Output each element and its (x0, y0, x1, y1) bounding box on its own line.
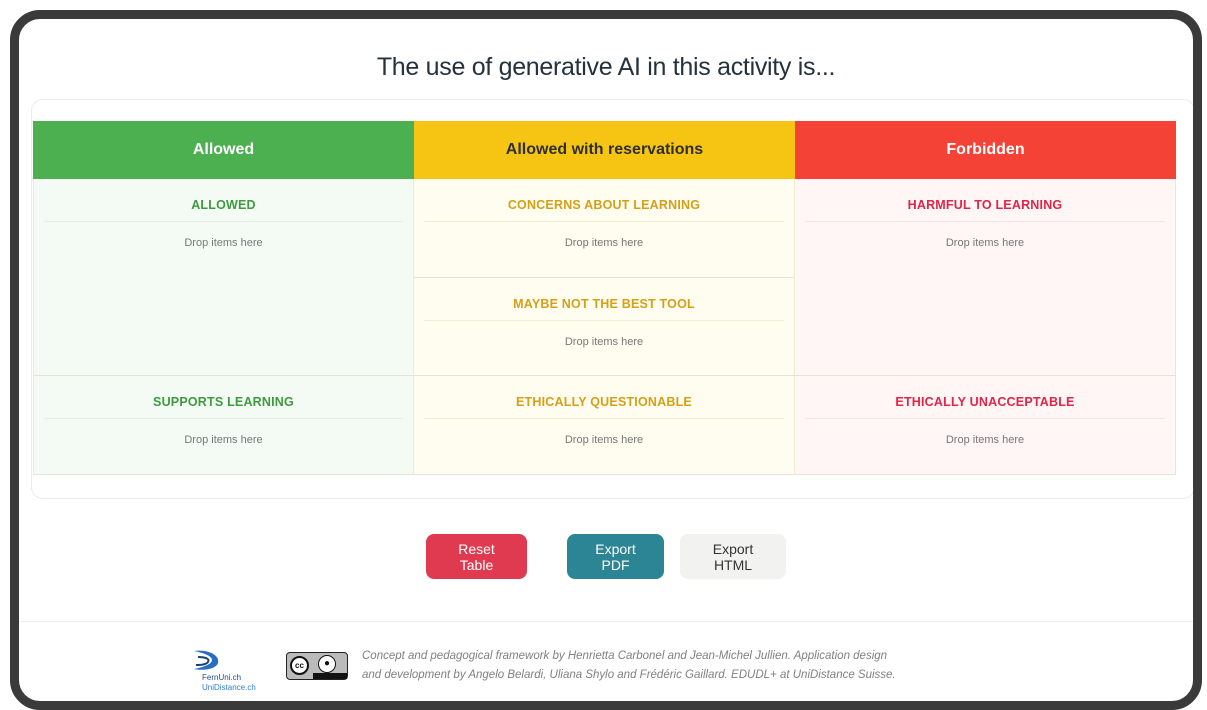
column-header-allowed: Allowed (33, 121, 414, 179)
drop-hint: Drop items here (184, 434, 263, 446)
zone-title: CONCERNS ABOUT LEARNING (424, 179, 784, 222)
column-header-label: Allowed with reservations (505, 141, 704, 158)
column-header-forbidden: Forbidden (795, 121, 1176, 179)
drop-hint: Drop items here (945, 434, 1025, 446)
credits-line-2: and development by Angelo Belardi, Ulian… (362, 669, 896, 681)
logo-text-fernuni: FernUni.ch (202, 673, 242, 682)
page-title: The use of generative AI in this activit… (376, 53, 836, 81)
action-bar: Reset Table Export PDF Export HTML (19, 534, 1193, 579)
zone-title: ALLOWED (44, 179, 403, 222)
column-forbidden: Forbidden HARMFUL TO LEARNING Drop items… (795, 121, 1176, 475)
fernuni-swoosh-icon (194, 650, 219, 670)
drop-zone-allowed[interactable]: ALLOWED Drop items here (33, 179, 414, 375)
zone-title: HARMFUL TO LEARNING (805, 179, 1165, 222)
column-allowed-with-reservations: Allowed with reservations CONCERNS ABOUT… (414, 121, 795, 475)
drop-zone-ethically-questionable[interactable]: ETHICALLY QUESTIONABLE Drop items here (414, 375, 795, 475)
drop-hint: Drop items here (945, 237, 1025, 249)
drop-zone-concerns-about-learning[interactable]: CONCERNS ABOUT LEARNING Drop items here (414, 179, 795, 277)
fernuni-logo: FernUni.ch UniDistance.ch (184, 647, 259, 695)
footer: FernUni.ch UniDistance.ch cc ● Concept a… (19, 639, 1193, 699)
zone-title: SUPPORTS LEARNING (44, 376, 403, 419)
reset-table-button[interactable]: Reset Table (426, 534, 527, 579)
drop-hint: Drop items here (564, 237, 644, 249)
zone-title: ETHICALLY QUESTIONABLE (424, 376, 784, 419)
drop-zone-ethically-unacceptable[interactable]: ETHICALLY UNACCEPTABLE Drop items here (795, 375, 1176, 475)
drop-zone-supports-learning[interactable]: SUPPORTS LEARNING Drop items here (33, 375, 414, 475)
drop-zone-harmful-to-learning[interactable]: HARMFUL TO LEARNING Drop items here (795, 179, 1176, 375)
logo-text-unidistance: UniDistance.ch (202, 683, 256, 692)
cc-by-icon: cc ● (286, 652, 348, 680)
drop-hint: Drop items here (184, 237, 263, 249)
category-grid: Allowed ALLOWED Drop items here SUPPORTS… (33, 121, 1176, 475)
zone-title: MAYBE NOT THE BEST TOOL (424, 278, 784, 321)
column-allowed: Allowed ALLOWED Drop items here SUPPORTS… (33, 121, 414, 475)
export-html-button[interactable]: Export HTML (680, 534, 786, 579)
export-pdf-button[interactable]: Export PDF (567, 534, 664, 579)
drop-hint: Drop items here (564, 336, 644, 348)
zone-title: ETHICALLY UNACCEPTABLE (805, 376, 1165, 419)
credits-line-1: Concept and pedagogical framework by Hen… (362, 650, 888, 662)
drop-zone-maybe-not-best-tool[interactable]: MAYBE NOT THE BEST TOOL Drop items here (414, 277, 795, 375)
credits-text: Concept and pedagogical framework by Hen… (362, 647, 922, 685)
footer-divider (19, 621, 1193, 622)
drop-hint: Drop items here (564, 434, 644, 446)
app-frame: The use of generative AI in this activit… (10, 10, 1202, 710)
column-header-reservations: Allowed with reservations (414, 121, 795, 179)
